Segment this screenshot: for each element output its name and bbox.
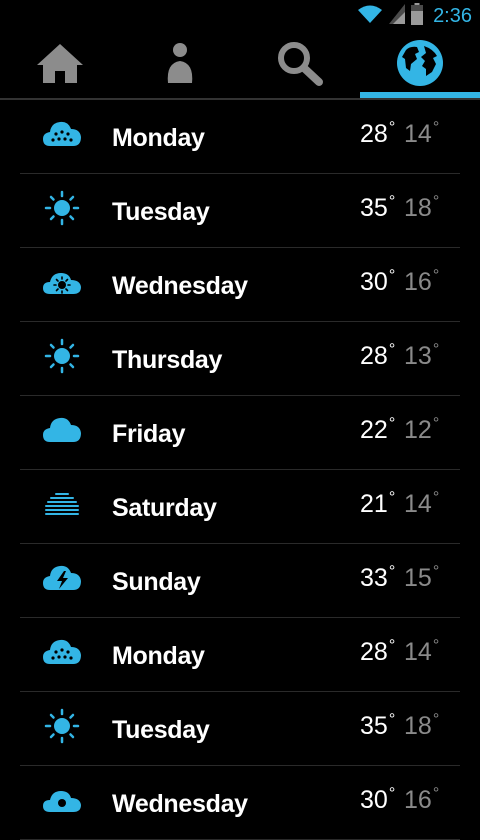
high-temp: 28° <box>360 637 396 666</box>
battery-icon <box>411 2 424 30</box>
day-name: Wednesday <box>112 790 248 818</box>
tab-search[interactable] <box>240 32 360 98</box>
rain-cloud-icon <box>42 118 82 150</box>
sun-icon <box>42 338 82 374</box>
low-temp: 13° <box>404 341 440 370</box>
partly-cloudy-icon <box>42 266 82 298</box>
high-temp: 30° <box>360 785 396 814</box>
day-name: Tuesday <box>112 198 210 226</box>
high-temp: 28° <box>360 341 396 370</box>
day-name: Wednesday <box>112 272 248 300</box>
tab-globe[interactable] <box>360 32 480 98</box>
day-name: Monday <box>112 124 205 152</box>
status-bar: 2:36 <box>0 0 480 32</box>
low-temp: 15° <box>404 563 440 592</box>
wifi-icon <box>357 4 383 29</box>
list-item[interactable]: Friday 22° 12° <box>20 396 460 470</box>
low-temp: 12° <box>404 415 440 444</box>
low-temp: 14° <box>404 637 440 666</box>
list-item[interactable]: Wednesday 30° 16° <box>20 766 460 840</box>
list-item[interactable]: Thursday 28° 13° <box>20 322 460 396</box>
list-item[interactable]: Wednesday 30° 16° <box>20 248 460 322</box>
low-temp: 16° <box>404 785 440 814</box>
day-name: Tuesday <box>112 716 210 744</box>
partly-cloudy-icon <box>42 784 82 816</box>
thunderstorm-icon <box>42 562 82 594</box>
list-item[interactable]: Monday 28° 14° <box>20 618 460 692</box>
home-icon <box>35 41 85 90</box>
tab-home[interactable] <box>0 32 120 98</box>
high-temp: 21° <box>360 489 396 518</box>
tab-bar <box>0 32 480 98</box>
high-temp: 22° <box>360 415 396 444</box>
high-temp: 30° <box>360 267 396 296</box>
day-name: Sunday <box>112 568 201 596</box>
low-temp: 14° <box>404 119 440 148</box>
forecast-list: Monday 28° 14° Tuesday 35° 18° Wednesday… <box>20 100 460 840</box>
day-name: Friday <box>112 420 186 448</box>
cloud-icon <box>42 414 82 446</box>
list-item[interactable]: Tuesday 35° 18° <box>20 174 460 248</box>
high-temp: 35° <box>360 711 396 740</box>
signal-icon <box>389 3 406 29</box>
high-temp: 28° <box>360 119 396 148</box>
list-item[interactable]: Saturday 21° 14° <box>20 470 460 544</box>
status-icons: 2:36 <box>357 2 472 30</box>
status-clock: 2:36 <box>433 4 472 27</box>
low-temp: 16° <box>404 267 440 296</box>
low-temp: 14° <box>404 489 440 518</box>
person-icon <box>165 41 195 90</box>
tab-profile[interactable] <box>120 32 240 98</box>
list-item[interactable]: Tuesday 35° 18° <box>20 692 460 766</box>
low-temp: 18° <box>404 711 440 740</box>
day-name: Monday <box>112 642 205 670</box>
day-name: Thursday <box>112 346 223 374</box>
sun-icon <box>42 190 82 226</box>
day-name: Saturday <box>112 494 217 522</box>
globe-icon <box>396 39 444 92</box>
search-icon <box>276 40 324 91</box>
high-temp: 35° <box>360 193 396 222</box>
list-item[interactable]: Sunday 33° 15° <box>20 544 460 618</box>
low-temp: 18° <box>404 193 440 222</box>
list-item[interactable]: Monday 28° 14° <box>20 100 460 174</box>
sun-icon <box>42 708 82 744</box>
high-temp: 33° <box>360 563 396 592</box>
rain-cloud-icon <box>42 636 82 668</box>
fog-icon <box>42 488 82 520</box>
